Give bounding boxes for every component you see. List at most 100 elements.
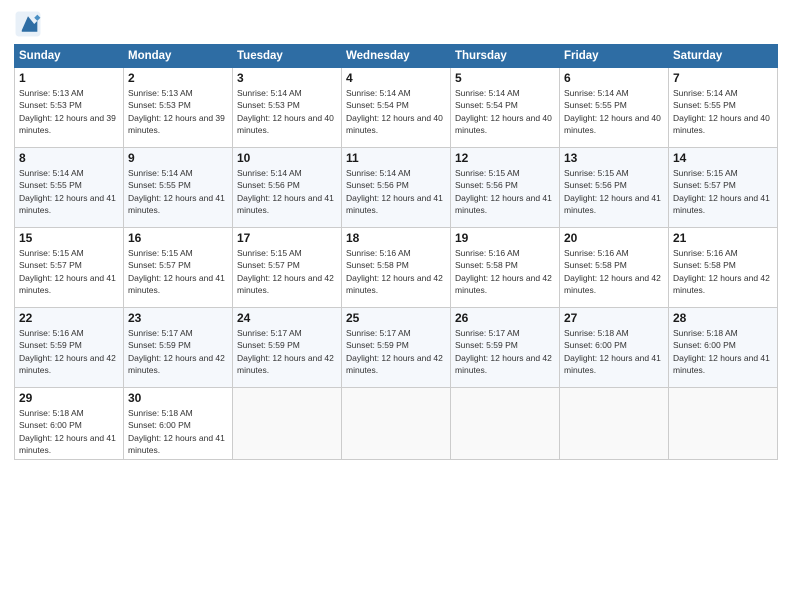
calendar-row-3: 15 Sunrise: 5:15 AM Sunset: 5:57 PM Dayl… xyxy=(15,228,778,308)
day-number: 8 xyxy=(19,151,119,165)
calendar-cell: 19 Sunrise: 5:16 AM Sunset: 5:58 PM Dayl… xyxy=(451,228,560,308)
day-number: 22 xyxy=(19,311,119,325)
calendar-cell: 18 Sunrise: 5:16 AM Sunset: 5:58 PM Dayl… xyxy=(342,228,451,308)
page: SundayMondayTuesdayWednesdayThursdayFrid… xyxy=(0,0,792,612)
weekday-header-wednesday: Wednesday xyxy=(342,45,451,68)
day-info: Sunrise: 5:18 AM Sunset: 6:00 PM Dayligh… xyxy=(19,407,119,456)
day-info: Sunrise: 5:14 AM Sunset: 5:56 PM Dayligh… xyxy=(346,167,446,216)
day-number: 2 xyxy=(128,71,228,85)
calendar-cell: 26 Sunrise: 5:17 AM Sunset: 5:59 PM Dayl… xyxy=(451,308,560,388)
weekday-header-row: SundayMondayTuesdayWednesdayThursdayFrid… xyxy=(15,45,778,68)
day-info: Sunrise: 5:16 AM Sunset: 5:59 PM Dayligh… xyxy=(19,327,119,376)
weekday-header-tuesday: Tuesday xyxy=(233,45,342,68)
day-info: Sunrise: 5:15 AM Sunset: 5:57 PM Dayligh… xyxy=(237,247,337,296)
day-info: Sunrise: 5:14 AM Sunset: 5:54 PM Dayligh… xyxy=(455,87,555,136)
day-number: 19 xyxy=(455,231,555,245)
day-number: 24 xyxy=(237,311,337,325)
calendar-cell xyxy=(342,388,451,460)
calendar-cell xyxy=(451,388,560,460)
weekday-header-saturday: Saturday xyxy=(669,45,778,68)
day-number: 28 xyxy=(673,311,773,325)
weekday-header-thursday: Thursday xyxy=(451,45,560,68)
calendar-cell: 2 Sunrise: 5:13 AM Sunset: 5:53 PM Dayli… xyxy=(124,68,233,148)
day-number: 20 xyxy=(564,231,664,245)
day-info: Sunrise: 5:14 AM Sunset: 5:55 PM Dayligh… xyxy=(673,87,773,136)
calendar-cell: 4 Sunrise: 5:14 AM Sunset: 5:54 PM Dayli… xyxy=(342,68,451,148)
calendar-cell: 9 Sunrise: 5:14 AM Sunset: 5:55 PM Dayli… xyxy=(124,148,233,228)
calendar-cell xyxy=(669,388,778,460)
day-info: Sunrise: 5:17 AM Sunset: 5:59 PM Dayligh… xyxy=(237,327,337,376)
weekday-header-sunday: Sunday xyxy=(15,45,124,68)
day-info: Sunrise: 5:14 AM Sunset: 5:55 PM Dayligh… xyxy=(128,167,228,216)
day-number: 12 xyxy=(455,151,555,165)
calendar-row-1: 1 Sunrise: 5:13 AM Sunset: 5:53 PM Dayli… xyxy=(15,68,778,148)
calendar-row-5: 29 Sunrise: 5:18 AM Sunset: 6:00 PM Dayl… xyxy=(15,388,778,460)
calendar-cell: 27 Sunrise: 5:18 AM Sunset: 6:00 PM Dayl… xyxy=(560,308,669,388)
day-info: Sunrise: 5:14 AM Sunset: 5:56 PM Dayligh… xyxy=(237,167,337,216)
day-number: 25 xyxy=(346,311,446,325)
calendar-cell: 1 Sunrise: 5:13 AM Sunset: 5:53 PM Dayli… xyxy=(15,68,124,148)
day-number: 7 xyxy=(673,71,773,85)
calendar-cell: 3 Sunrise: 5:14 AM Sunset: 5:53 PM Dayli… xyxy=(233,68,342,148)
calendar-cell: 23 Sunrise: 5:17 AM Sunset: 5:59 PM Dayl… xyxy=(124,308,233,388)
calendar-cell: 8 Sunrise: 5:14 AM Sunset: 5:55 PM Dayli… xyxy=(15,148,124,228)
calendar-cell: 11 Sunrise: 5:14 AM Sunset: 5:56 PM Dayl… xyxy=(342,148,451,228)
calendar-cell: 21 Sunrise: 5:16 AM Sunset: 5:58 PM Dayl… xyxy=(669,228,778,308)
day-info: Sunrise: 5:15 AM Sunset: 5:56 PM Dayligh… xyxy=(564,167,664,216)
day-number: 17 xyxy=(237,231,337,245)
day-number: 5 xyxy=(455,71,555,85)
day-info: Sunrise: 5:13 AM Sunset: 5:53 PM Dayligh… xyxy=(128,87,228,136)
day-number: 29 xyxy=(19,391,119,405)
day-info: Sunrise: 5:15 AM Sunset: 5:57 PM Dayligh… xyxy=(128,247,228,296)
calendar-cell: 30 Sunrise: 5:18 AM Sunset: 6:00 PM Dayl… xyxy=(124,388,233,460)
day-number: 16 xyxy=(128,231,228,245)
day-info: Sunrise: 5:16 AM Sunset: 5:58 PM Dayligh… xyxy=(564,247,664,296)
logo-icon xyxy=(14,10,42,38)
day-info: Sunrise: 5:18 AM Sunset: 6:00 PM Dayligh… xyxy=(673,327,773,376)
calendar-row-4: 22 Sunrise: 5:16 AM Sunset: 5:59 PM Dayl… xyxy=(15,308,778,388)
calendar-cell: 7 Sunrise: 5:14 AM Sunset: 5:55 PM Dayli… xyxy=(669,68,778,148)
calendar-cell: 5 Sunrise: 5:14 AM Sunset: 5:54 PM Dayli… xyxy=(451,68,560,148)
calendar-cell: 28 Sunrise: 5:18 AM Sunset: 6:00 PM Dayl… xyxy=(669,308,778,388)
day-number: 6 xyxy=(564,71,664,85)
day-info: Sunrise: 5:14 AM Sunset: 5:53 PM Dayligh… xyxy=(237,87,337,136)
day-info: Sunrise: 5:17 AM Sunset: 5:59 PM Dayligh… xyxy=(128,327,228,376)
header xyxy=(14,10,778,38)
calendar-row-2: 8 Sunrise: 5:14 AM Sunset: 5:55 PM Dayli… xyxy=(15,148,778,228)
day-number: 27 xyxy=(564,311,664,325)
day-number: 26 xyxy=(455,311,555,325)
day-info: Sunrise: 5:14 AM Sunset: 5:55 PM Dayligh… xyxy=(19,167,119,216)
day-number: 15 xyxy=(19,231,119,245)
calendar-cell: 25 Sunrise: 5:17 AM Sunset: 5:59 PM Dayl… xyxy=(342,308,451,388)
weekday-header-monday: Monday xyxy=(124,45,233,68)
day-number: 14 xyxy=(673,151,773,165)
day-number: 3 xyxy=(237,71,337,85)
day-info: Sunrise: 5:17 AM Sunset: 5:59 PM Dayligh… xyxy=(346,327,446,376)
day-info: Sunrise: 5:13 AM Sunset: 5:53 PM Dayligh… xyxy=(19,87,119,136)
day-info: Sunrise: 5:15 AM Sunset: 5:57 PM Dayligh… xyxy=(19,247,119,296)
calendar-cell: 15 Sunrise: 5:15 AM Sunset: 5:57 PM Dayl… xyxy=(15,228,124,308)
day-info: Sunrise: 5:15 AM Sunset: 5:57 PM Dayligh… xyxy=(673,167,773,216)
calendar-cell: 12 Sunrise: 5:15 AM Sunset: 5:56 PM Dayl… xyxy=(451,148,560,228)
day-info: Sunrise: 5:15 AM Sunset: 5:56 PM Dayligh… xyxy=(455,167,555,216)
calendar-cell: 14 Sunrise: 5:15 AM Sunset: 5:57 PM Dayl… xyxy=(669,148,778,228)
calendar-cell: 10 Sunrise: 5:14 AM Sunset: 5:56 PM Dayl… xyxy=(233,148,342,228)
day-number: 10 xyxy=(237,151,337,165)
calendar-cell: 16 Sunrise: 5:15 AM Sunset: 5:57 PM Dayl… xyxy=(124,228,233,308)
calendar-cell xyxy=(233,388,342,460)
day-info: Sunrise: 5:18 AM Sunset: 6:00 PM Dayligh… xyxy=(128,407,228,456)
day-info: Sunrise: 5:14 AM Sunset: 5:55 PM Dayligh… xyxy=(564,87,664,136)
day-info: Sunrise: 5:18 AM Sunset: 6:00 PM Dayligh… xyxy=(564,327,664,376)
day-number: 18 xyxy=(346,231,446,245)
weekday-header-friday: Friday xyxy=(560,45,669,68)
calendar-table: SundayMondayTuesdayWednesdayThursdayFrid… xyxy=(14,44,778,460)
day-number: 21 xyxy=(673,231,773,245)
day-number: 9 xyxy=(128,151,228,165)
day-number: 13 xyxy=(564,151,664,165)
day-info: Sunrise: 5:14 AM Sunset: 5:54 PM Dayligh… xyxy=(346,87,446,136)
calendar-cell: 29 Sunrise: 5:18 AM Sunset: 6:00 PM Dayl… xyxy=(15,388,124,460)
calendar-cell: 20 Sunrise: 5:16 AM Sunset: 5:58 PM Dayl… xyxy=(560,228,669,308)
calendar-cell: 13 Sunrise: 5:15 AM Sunset: 5:56 PM Dayl… xyxy=(560,148,669,228)
day-number: 23 xyxy=(128,311,228,325)
day-number: 30 xyxy=(128,391,228,405)
